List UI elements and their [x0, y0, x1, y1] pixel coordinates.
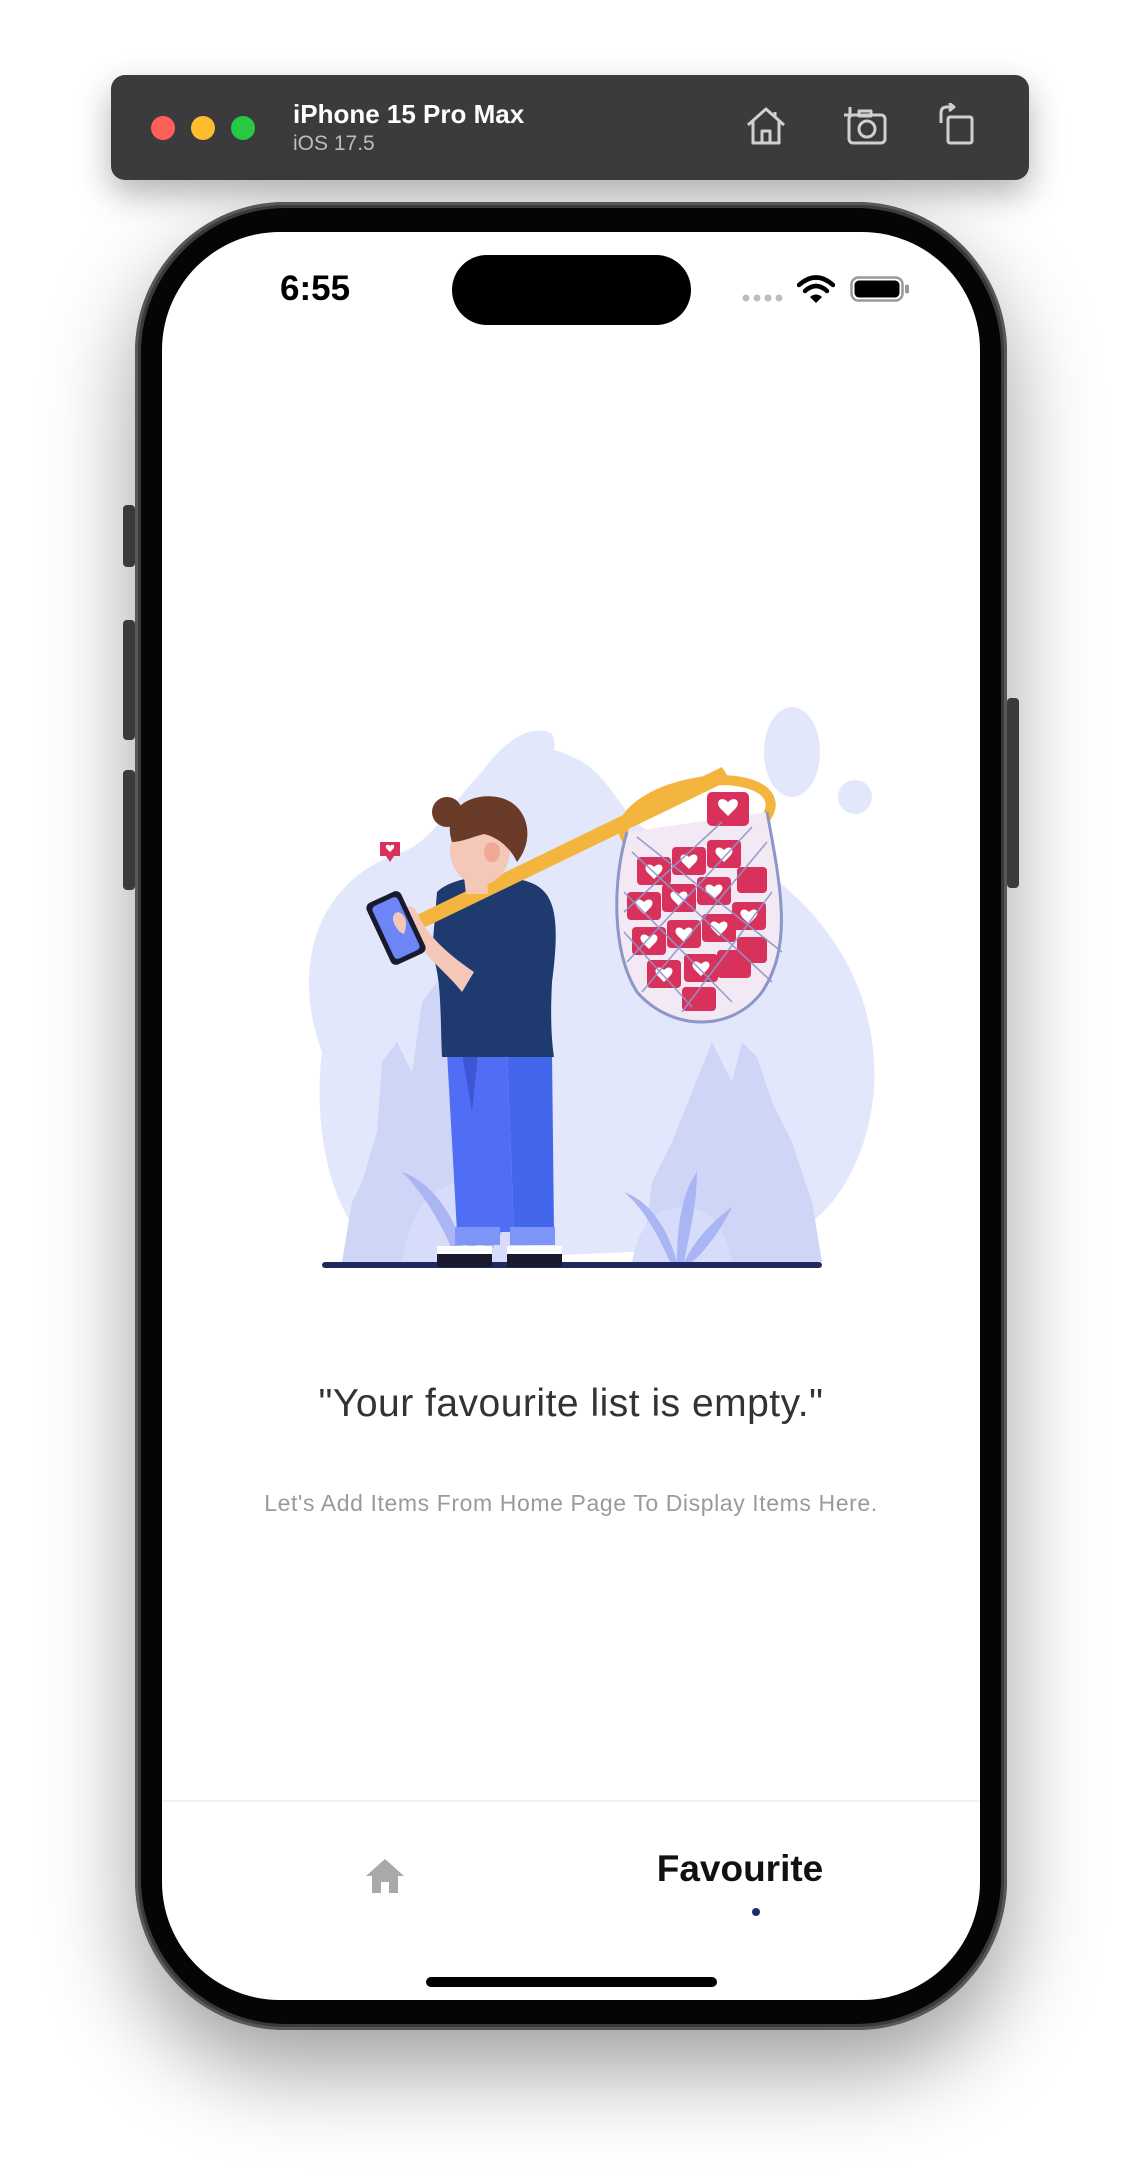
home-indicator [426, 1977, 717, 1987]
bottom-tab-bar: Favourite [162, 1800, 980, 2000]
empty-state-title: "Your favourite list is empty." [318, 1382, 824, 1425]
empty-state-subtitle: Let's Add Items From Home Page To Displa… [264, 1490, 878, 1516]
home-icon[interactable] [741, 103, 791, 149]
tab-favourite[interactable]: Favourite [620, 1848, 860, 1890]
cellular-icon [742, 294, 783, 302]
os-version: iOS 17.5 [293, 132, 375, 155]
active-tab-indicator [752, 1908, 760, 1916]
rotate-icon[interactable] [933, 101, 983, 149]
minimize-window-button[interactable] [191, 116, 215, 140]
screenshot-icon[interactable] [840, 103, 890, 149]
close-window-button[interactable] [151, 116, 175, 140]
device-name: iPhone 15 Pro Max [293, 99, 525, 129]
wifi-icon [797, 275, 835, 303]
dynamic-island [452, 255, 691, 325]
battery-icon [850, 276, 909, 302]
status-time: 6:55 [280, 269, 351, 308]
phone-screen: 6:55 "Your favourite list is empty." Let… [162, 232, 980, 2000]
person-with-heart-net-illustration [308, 707, 875, 1268]
volume-up-button [123, 620, 135, 740]
action-button [123, 505, 135, 567]
home-icon[interactable] [363, 1856, 407, 1896]
power-button [1007, 698, 1019, 888]
volume-down-button [123, 770, 135, 890]
zoom-window-button[interactable] [231, 116, 255, 140]
